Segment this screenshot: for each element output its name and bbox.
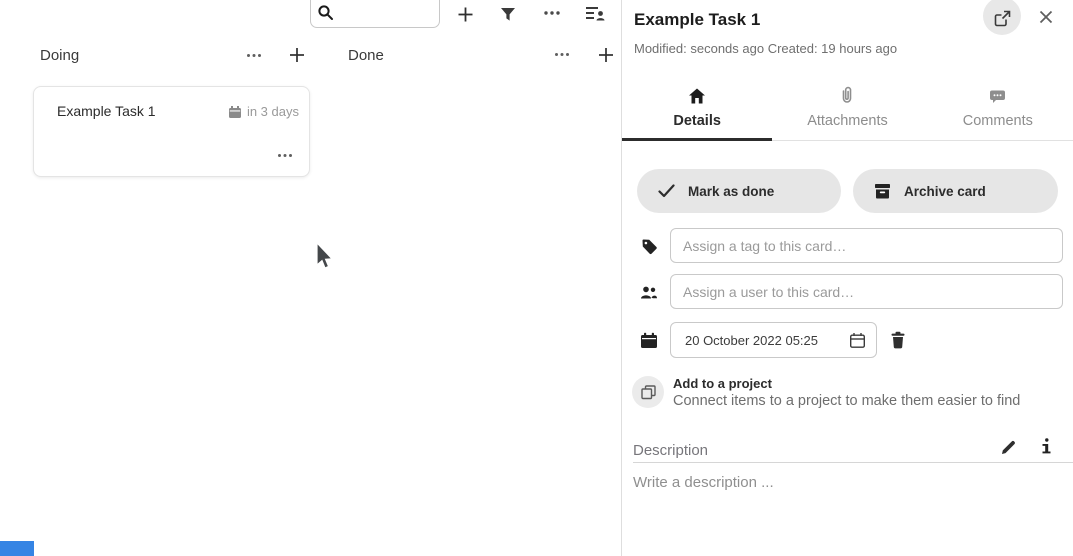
description-placeholder[interactable]: Write a description ... xyxy=(633,474,774,491)
add-to-project-title: Add to a project xyxy=(673,376,772,391)
column-done-menu-button[interactable] xyxy=(550,42,574,66)
home-icon xyxy=(688,88,706,104)
board-menu-button[interactable] xyxy=(540,1,564,25)
more-options-icon xyxy=(543,10,561,16)
assign-user-input[interactable] xyxy=(670,274,1063,309)
plus-icon xyxy=(598,47,614,63)
panel-meta: Modified: seconds ago Created: 19 hours … xyxy=(634,41,897,56)
due-date-value: 20 October 2022 05:25 xyxy=(685,333,818,348)
assign-tag-input[interactable] xyxy=(670,228,1063,263)
column-doing-add-button[interactable] xyxy=(285,43,309,67)
mark-as-done-label: Mark as done xyxy=(688,184,774,199)
task-card-due: in 3 days xyxy=(228,104,299,119)
more-options-icon xyxy=(554,52,570,57)
tab-attachments-label: Attachments xyxy=(807,113,888,129)
edit-description-button[interactable] xyxy=(996,437,1020,457)
plus-icon xyxy=(289,47,305,63)
popout-button[interactable] xyxy=(983,0,1021,35)
calendar-icon xyxy=(640,331,658,349)
column-title-doing: Doing xyxy=(40,47,79,64)
list-user-view-icon xyxy=(585,5,605,22)
close-panel-button[interactable] xyxy=(1034,5,1058,29)
search-icon xyxy=(317,4,334,21)
task-card-title: Example Task 1 xyxy=(57,103,156,119)
filter-funnel-icon xyxy=(500,7,516,22)
more-options-icon xyxy=(246,53,262,58)
column-title-done: Done xyxy=(348,47,384,64)
column-done-add-button[interactable] xyxy=(594,43,618,67)
tab-details[interactable]: Details xyxy=(622,70,772,140)
panel-title: Example Task 1 xyxy=(634,10,760,30)
add-card-button[interactable] xyxy=(453,2,477,26)
archive-card-label: Archive card xyxy=(904,184,986,199)
task-card[interactable]: Example Task 1 in 3 days xyxy=(33,86,310,177)
more-options-icon xyxy=(277,153,293,158)
calendar-outline-icon xyxy=(849,332,866,349)
description-info-button[interactable] xyxy=(1034,435,1058,457)
tab-details-label: Details xyxy=(673,113,721,129)
tab-comments-label: Comments xyxy=(963,113,1033,129)
close-icon xyxy=(1039,10,1053,24)
pencil-icon xyxy=(1000,439,1017,456)
check-icon xyxy=(658,184,675,198)
detail-tabs: Details Attachments Comments xyxy=(622,70,1073,141)
calendar-icon xyxy=(228,105,242,119)
trash-icon xyxy=(890,331,906,349)
description-divider xyxy=(633,462,1073,463)
add-to-project-subtitle: Connect items to a project to make them … xyxy=(673,393,1020,409)
task-card-due-text: in 3 days xyxy=(247,104,299,119)
mark-as-done-button[interactable]: Mark as done xyxy=(637,169,841,213)
column-doing-menu-button[interactable] xyxy=(242,43,266,67)
plus-icon xyxy=(457,6,474,23)
kanban-app-window: Doing Done Example Task xyxy=(0,0,1073,556)
filter-button[interactable] xyxy=(496,2,520,26)
paperclip-icon xyxy=(841,86,853,104)
stacked-windows-icon xyxy=(640,384,657,400)
remove-due-date-button[interactable] xyxy=(890,331,906,349)
comment-icon xyxy=(989,89,1006,104)
task-detail-panel: Example Task 1 Modified: seconds ago Cre… xyxy=(622,0,1073,556)
popout-icon xyxy=(994,10,1011,27)
users-icon xyxy=(640,283,658,301)
tab-attachments[interactable]: Attachments xyxy=(772,70,922,140)
view-options-button[interactable] xyxy=(583,1,607,25)
description-label: Description xyxy=(633,442,708,459)
task-card-menu-button[interactable] xyxy=(273,146,297,164)
board-area: Doing Done Example Task xyxy=(0,0,621,556)
due-date-field[interactable]: 20 October 2022 05:25 xyxy=(670,322,877,358)
tag-icon xyxy=(640,237,658,255)
archive-card-button[interactable]: Archive card xyxy=(853,169,1058,213)
archive-box-icon xyxy=(874,183,891,199)
blue-corner-marker xyxy=(0,541,34,556)
add-to-project-button[interactable] xyxy=(632,376,664,408)
open-datepicker-button[interactable] xyxy=(849,332,866,349)
info-icon xyxy=(1040,438,1052,455)
tab-comments[interactable]: Comments xyxy=(923,70,1073,140)
mouse-cursor xyxy=(313,241,333,271)
